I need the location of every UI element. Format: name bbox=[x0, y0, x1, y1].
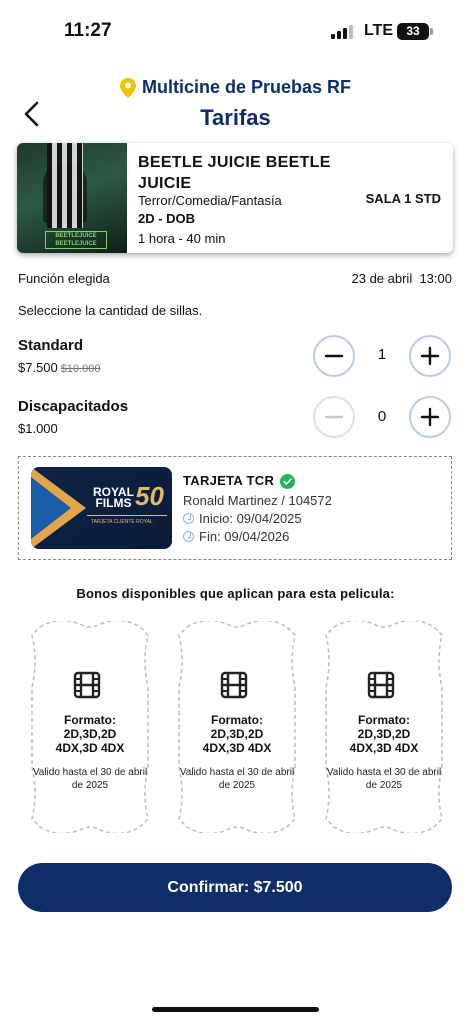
increase-standard-button[interactable] bbox=[409, 335, 451, 377]
signal-icon bbox=[331, 25, 353, 39]
ticket-name: Discapacitados bbox=[18, 398, 129, 415]
cinema-name: Multicine de Pruebas RF bbox=[141, 77, 352, 97]
seat-instruction: Seleccione la cantidad de sillas. bbox=[18, 303, 203, 318]
movie-genre: Terror/Comedia/Fantasía bbox=[138, 193, 282, 208]
verified-check-icon bbox=[280, 474, 295, 489]
page-title: Tarifas bbox=[200, 105, 271, 130]
plus-icon bbox=[420, 407, 440, 427]
battery-tip bbox=[430, 28, 433, 35]
card-brand-number: 50 bbox=[135, 481, 164, 511]
bono-card[interactable]: Formato: 2D,3D,2D 4DX,3D 4DX Valido hasta … bbox=[320, 621, 448, 833]
card-end: Fin: 09/04/2026 bbox=[183, 529, 289, 544]
movie-title: BEETLE JUICIE BEETLE JUICIE bbox=[138, 154, 331, 192]
film-icon bbox=[367, 671, 395, 699]
bono-format: Formato: 2D,3D,2D 4DX,3D 4DX bbox=[55, 713, 125, 755]
bonos-title: Bonos disponibles que aplican para esta … bbox=[76, 586, 395, 601]
standard-quantity: 1 bbox=[377, 346, 387, 363]
bono-card[interactable]: Formato: 2D,3D,2D 4DX,3D 4DX Valido hasta … bbox=[173, 621, 301, 833]
ticket-price: $1.000 bbox=[18, 421, 58, 436]
card-start-date: Inicio: 09/04/2025 bbox=[199, 511, 302, 526]
card-title: TARJETA TCR bbox=[183, 473, 275, 488]
clock-icon bbox=[183, 531, 194, 542]
minus-icon bbox=[324, 415, 344, 419]
movie-card: BEETLEJUICE BEETLEJUICE BEETLE JUICIE BE… bbox=[17, 143, 453, 253]
decrease-discapacitados-button[interactable] bbox=[313, 396, 355, 438]
function-label: Función elegida bbox=[18, 271, 110, 286]
network-label: LTE bbox=[364, 22, 394, 39]
royal-films-card-image: ROYAL FILMS 50 TARJETA CLIENTE ROYAL bbox=[31, 467, 172, 549]
card-holder: Ronald Martinez / 104572 bbox=[183, 493, 332, 508]
function-time: 13:00 bbox=[419, 271, 452, 286]
card-start: Inicio: 09/04/2025 bbox=[183, 511, 302, 526]
clock-icon bbox=[183, 513, 194, 524]
film-icon bbox=[220, 671, 248, 699]
bono-format: Formato: 2D,3D,2D 4DX,3D 4DX bbox=[202, 713, 272, 755]
minus-icon bbox=[324, 354, 344, 358]
film-icon bbox=[73, 671, 101, 699]
card-end-date: Fin: 09/04/2026 bbox=[199, 529, 290, 544]
card-brand-sub: TARJETA CLIENTE ROYAL bbox=[91, 519, 153, 525]
home-indicator[interactable] bbox=[152, 1007, 319, 1012]
movie-poster: BEETLEJUICE BEETLEJUICE bbox=[17, 143, 127, 253]
increase-discapacitados-button[interactable] bbox=[409, 396, 451, 438]
plus-icon bbox=[420, 346, 440, 366]
status-bar: 11:27 LTE 33 bbox=[0, 0, 471, 60]
bono-valid: Valido hasta el 30 de abril de 2025 bbox=[32, 767, 148, 791]
poster-logo: BEETLEJUICE BEETLEJUICE bbox=[45, 231, 107, 249]
loyalty-card-box[interactable]: ROYAL FILMS 50 TARJETA CLIENTE ROYAL TARJ… bbox=[18, 456, 452, 560]
card-brand: ROYAL FILMS bbox=[93, 485, 134, 510]
bono-valid: Valido hasta el 30 de abril de 2025 bbox=[326, 767, 442, 791]
sala-label: SALA 1 STD bbox=[365, 191, 441, 206]
confirm-button[interactable]: Confirmar: $7.500 bbox=[18, 863, 452, 912]
function-date: 23 de abril bbox=[351, 271, 413, 286]
function-datetime: 23 de abril 13:00 bbox=[352, 271, 453, 286]
movie-duration: 1 hora - 40 min bbox=[138, 231, 226, 246]
discapacitados-quantity: 0 bbox=[377, 408, 387, 425]
movie-format: 2D - DOB bbox=[138, 211, 196, 226]
ticket-price: $7.500 $10.000 bbox=[18, 360, 101, 375]
ticket-name: Standard bbox=[18, 337, 84, 354]
location-pin-icon bbox=[119, 77, 136, 98]
bono-valid: Valido hasta el 30 de abril de 2025 bbox=[179, 767, 295, 791]
bono-format: Formato: 2D,3D,2D 4DX,3D 4DX bbox=[349, 713, 419, 755]
cinema-selector[interactable]: Multicine de Pruebas RF bbox=[0, 77, 471, 98]
ticket-current-price: $7.500 bbox=[18, 360, 58, 375]
status-time: 11:27 bbox=[64, 20, 112, 41]
decrease-standard-button[interactable] bbox=[313, 335, 355, 377]
bono-card[interactable]: Formato: 2D,3D,2D 4DX,3D 4DX Valido hasta … bbox=[26, 621, 154, 833]
battery-icon: 33 bbox=[397, 23, 429, 40]
ticket-old-price: $10.000 bbox=[60, 363, 101, 375]
